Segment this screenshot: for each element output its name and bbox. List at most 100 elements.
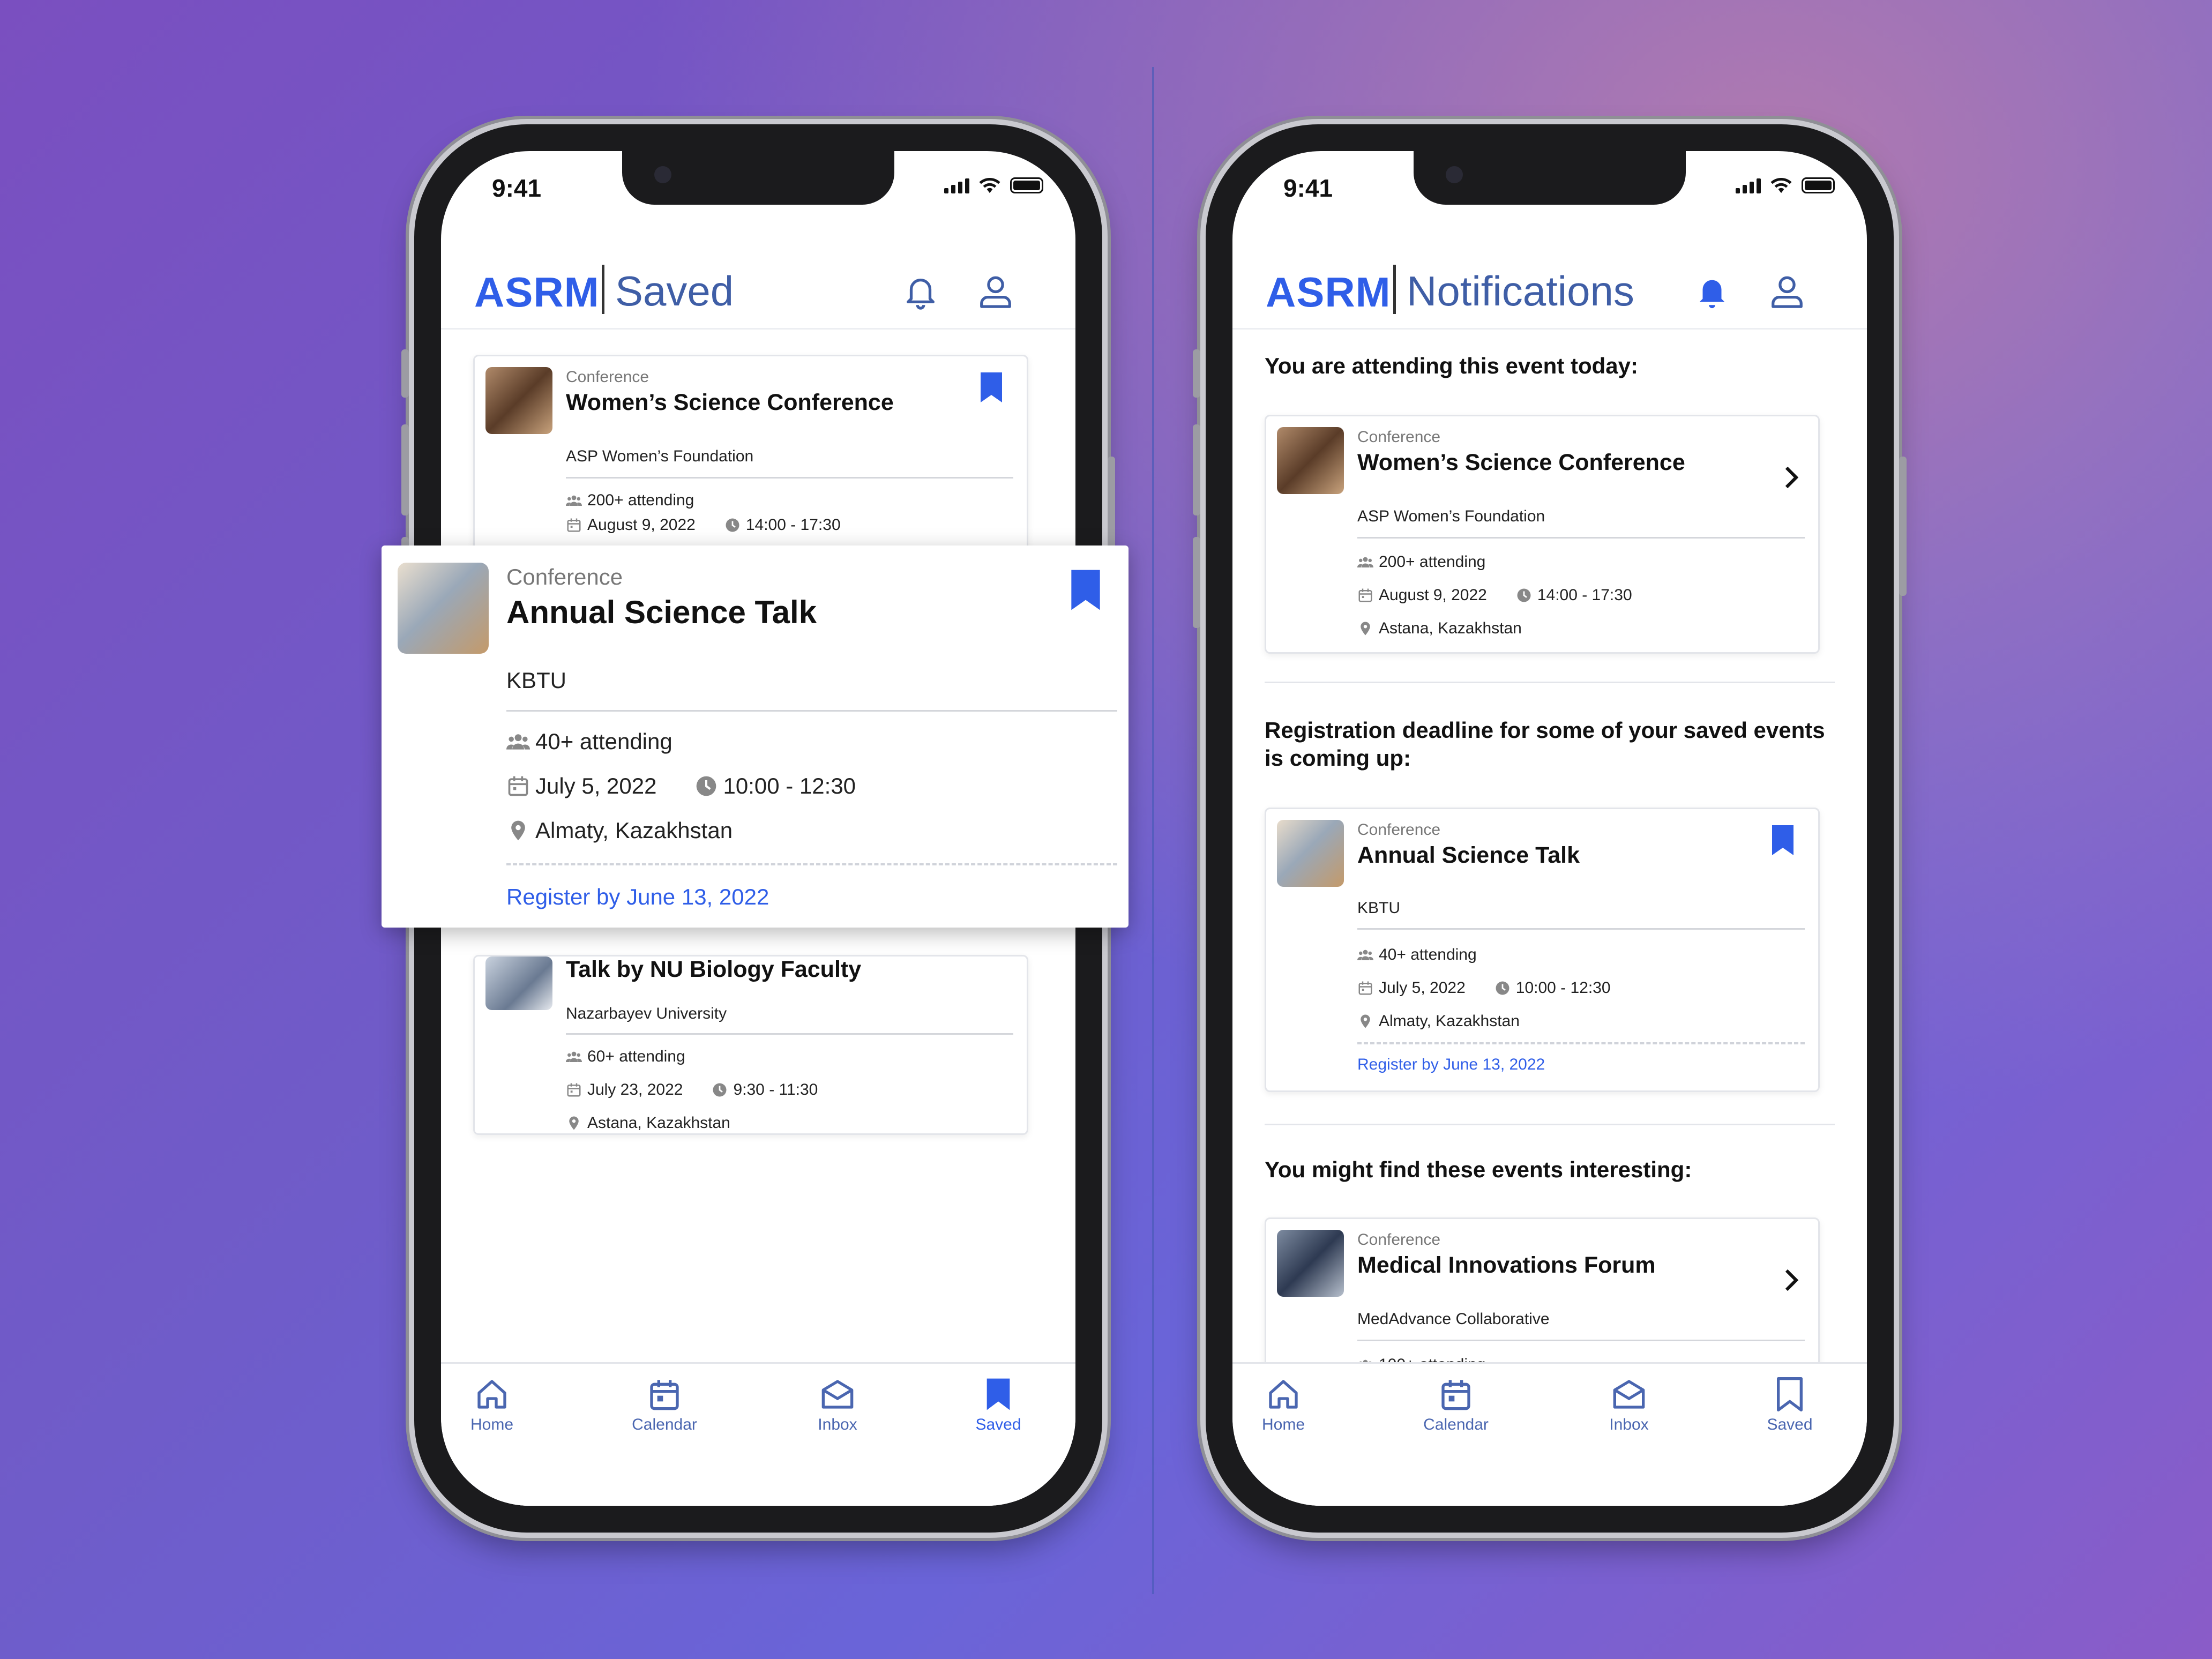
calendar-icon bbox=[1357, 980, 1373, 996]
event-attending: 40+ attending bbox=[1357, 946, 1477, 964]
center-divider bbox=[1152, 67, 1154, 1594]
event-title: Medical Innovations Forum bbox=[1357, 1252, 1656, 1278]
section-heading-suggested-events: You might find these events interesting: bbox=[1265, 1157, 1692, 1182]
bell-icon[interactable] bbox=[902, 272, 939, 310]
screen-notifications: 9:41 ASRM Notifications You are attendin… bbox=[1232, 151, 1867, 1506]
tab-calendar[interactable]: Calendar bbox=[611, 1377, 718, 1434]
event-card-womens-science[interactable]: Conference Women’s Science Conference AS… bbox=[473, 355, 1028, 572]
event-organizer: Nazarbayev University bbox=[566, 1005, 727, 1022]
register-by-link[interactable]: Register by June 13, 2022 bbox=[1357, 1056, 1545, 1074]
bookmark-icon bbox=[981, 1377, 1015, 1411]
event-thumbnail bbox=[485, 367, 552, 434]
notch bbox=[1414, 151, 1686, 205]
event-location: Almaty, Kazakhstan bbox=[1357, 1012, 1520, 1030]
tab-home[interactable]: Home bbox=[441, 1377, 545, 1434]
event-category: Conference bbox=[1357, 821, 1441, 839]
event-attending: 200+ attending bbox=[566, 491, 694, 510]
wifi-icon bbox=[979, 177, 1000, 193]
status-icons bbox=[944, 177, 1043, 194]
calendar-icon bbox=[566, 517, 582, 533]
chevron-right-icon[interactable] bbox=[1778, 465, 1804, 490]
event-location: Astana, Kazakhstan bbox=[1357, 619, 1522, 638]
battery-icon bbox=[1802, 177, 1835, 193]
tab-home[interactable]: Home bbox=[1232, 1377, 1337, 1434]
location-pin-icon bbox=[566, 1115, 582, 1131]
event-location: Astana, Kazakhstan bbox=[566, 1114, 730, 1132]
home-icon bbox=[1266, 1377, 1301, 1411]
bookmark-icon[interactable] bbox=[1068, 570, 1103, 610]
profile-icon[interactable] bbox=[1768, 272, 1806, 310]
event-card-annual-science-talk[interactable]: Conference Annual Science Talk KBTU 40+ … bbox=[1265, 808, 1820, 1092]
status-icons bbox=[1736, 177, 1835, 194]
page-title: Saved bbox=[615, 267, 734, 315]
people-icon bbox=[566, 1049, 582, 1065]
location-pin-icon bbox=[506, 819, 530, 842]
tab-calendar[interactable]: Calendar bbox=[1402, 1377, 1509, 1434]
event-organizer: MedAdvance Collaborative bbox=[1357, 1310, 1550, 1328]
calendar-icon bbox=[566, 1082, 582, 1098]
location-pin-icon bbox=[1357, 621, 1373, 637]
event-title: Women’s Science Conference bbox=[1357, 450, 1685, 475]
brand-logo[interactable]: ASRM bbox=[474, 268, 600, 317]
signal-icon bbox=[944, 177, 969, 193]
status-time: 9:41 bbox=[492, 174, 542, 202]
event-attending: 60+ attending bbox=[566, 1048, 685, 1066]
phone-notifications: 9:41 ASRM Notifications You are attendin… bbox=[1193, 124, 1907, 1533]
event-organizer: ASP Women’s Foundation bbox=[566, 447, 754, 465]
people-icon bbox=[566, 492, 582, 509]
event-datetime: July 23, 2022 9:30 - 11:30 bbox=[566, 1081, 818, 1099]
home-icon bbox=[475, 1377, 509, 1411]
bottom-tab-bar: Home Calendar Inbox Saved bbox=[441, 1362, 1075, 1506]
event-attending: 40+ attending bbox=[506, 729, 672, 754]
tab-saved[interactable]: Saved bbox=[1736, 1377, 1843, 1434]
calendar-icon bbox=[647, 1377, 682, 1411]
clock-icon bbox=[1516, 587, 1532, 603]
event-category: Conference bbox=[506, 564, 623, 589]
chevron-right-icon[interactable] bbox=[1778, 1267, 1804, 1293]
profile-icon[interactable] bbox=[977, 272, 1014, 310]
app-header: ASRM Notifications bbox=[1232, 242, 1867, 330]
inbox-icon bbox=[820, 1377, 855, 1411]
clock-icon bbox=[724, 517, 741, 533]
bookmark-icon[interactable] bbox=[978, 372, 1004, 402]
event-thumbnail bbox=[1277, 820, 1344, 887]
bookmark-icon[interactable] bbox=[1770, 825, 1796, 855]
bell-icon[interactable] bbox=[1693, 272, 1731, 310]
clock-icon bbox=[694, 774, 718, 798]
inbox-icon bbox=[1612, 1377, 1646, 1411]
location-pin-icon bbox=[1357, 1013, 1373, 1029]
event-title: Talk by NU Biology Faculty bbox=[566, 956, 862, 982]
event-card-annual-science-talk-expanded[interactable]: Conference Annual Science Talk KBTU 40+ … bbox=[382, 545, 1129, 928]
calendar-icon bbox=[1357, 587, 1373, 603]
bookmark-icon bbox=[1773, 1377, 1807, 1411]
event-title: Women’s Science Conference bbox=[566, 390, 894, 415]
event-card-nu-biology[interactable]: Talk by NU Biology Faculty Nazarbayev Un… bbox=[473, 955, 1028, 1135]
clock-icon bbox=[1494, 980, 1511, 996]
tab-inbox[interactable]: Inbox bbox=[1575, 1377, 1683, 1434]
tab-inbox[interactable]: Inbox bbox=[784, 1377, 891, 1434]
event-category: Conference bbox=[1357, 428, 1441, 446]
signal-icon bbox=[1736, 177, 1761, 193]
event-location: Almaty, Kazakhstan bbox=[506, 818, 733, 843]
people-icon bbox=[1357, 554, 1373, 570]
tab-saved[interactable]: Saved bbox=[945, 1377, 1052, 1434]
event-thumbnail bbox=[1277, 427, 1344, 494]
page-title: Notifications bbox=[1407, 267, 1634, 315]
event-thumbnail bbox=[1277, 1230, 1344, 1297]
event-organizer: KBTU bbox=[506, 668, 567, 693]
event-thumbnail bbox=[485, 956, 552, 1010]
people-icon bbox=[1357, 947, 1373, 963]
section-heading-attending-today: You are attending this event today: bbox=[1265, 353, 1638, 378]
register-by-link[interactable]: Register by June 13, 2022 bbox=[506, 884, 769, 910]
event-thumbnail bbox=[398, 563, 489, 654]
event-attending: 200+ attending bbox=[1357, 553, 1485, 571]
event-category: Conference bbox=[566, 368, 649, 386]
event-organizer: KBTU bbox=[1357, 899, 1401, 917]
notch bbox=[622, 151, 894, 205]
battery-icon bbox=[1010, 177, 1043, 193]
status-time: 9:41 bbox=[1283, 174, 1333, 202]
calendar-icon bbox=[1439, 1377, 1473, 1411]
event-card-womens-science[interactable]: Conference Women’s Science Conference AS… bbox=[1265, 415, 1820, 654]
brand-logo[interactable]: ASRM bbox=[1266, 268, 1391, 317]
event-datetime: August 9, 2022 14:00 - 17:30 bbox=[566, 516, 841, 534]
